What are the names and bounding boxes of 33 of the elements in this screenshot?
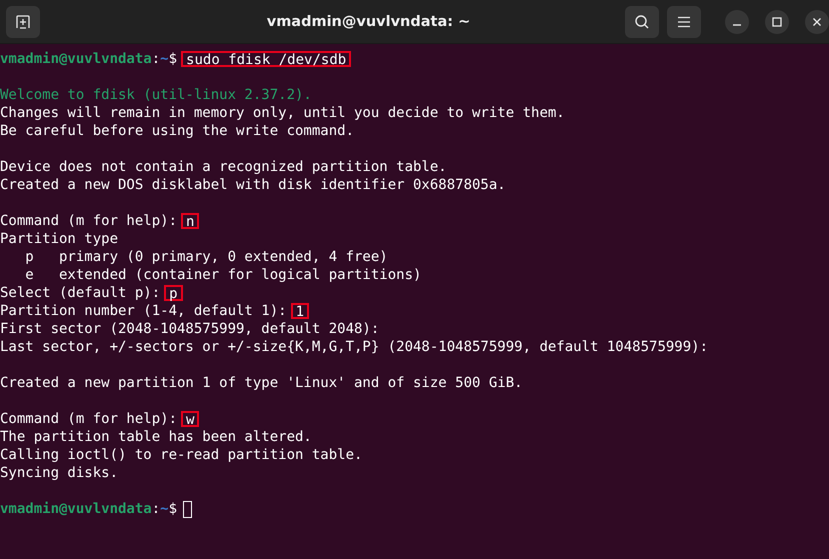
new-tab-icon — [15, 14, 31, 30]
terminal-line: Last sector, +/-sectors or +/-size{K,M,G,T,P} (2048-1048575999, default 1048575999): — [0, 338, 708, 356]
terminal-line: Calling ioctl() to re-read partition table. — [0, 446, 362, 464]
terminal-line: p primary (0 primary, 0 extended, 4 free) — [24, 248, 388, 266]
shell-prompt: vmadmin@vuvlvndata:~$ — [0, 50, 178, 68]
search-button[interactable] — [625, 6, 659, 38]
terminal-line: Created a new DOS disklabel with disk identifier 0x6887805a. — [0, 176, 506, 194]
new-tab-button[interactable] — [6, 6, 40, 38]
terminal-line: e extended (container for logical partitions) — [24, 266, 422, 284]
terminal-line: The partition table has been altered. — [0, 428, 312, 446]
terminal-line: Partition type — [0, 230, 118, 248]
minimize-button[interactable] — [725, 10, 749, 34]
maximize-button[interactable] — [765, 10, 789, 34]
menu-button[interactable] — [667, 6, 701, 38]
shell-prompt: vmadmin@vuvlvndata:~$ — [0, 500, 178, 518]
terminal-line: Welcome to fdisk (util-linux 2.37.2). — [0, 86, 312, 104]
terminal-line: Syncing disks. — [0, 464, 118, 482]
terminal-line: First sector (2048-1048575999, default 2048): — [0, 320, 380, 338]
terminal-line: Changes will remain in memory only, until you decide to write them. — [0, 104, 565, 122]
terminal-line: Created a new partition 1 of type 'Linux' and of size 500 GiB. — [0, 374, 523, 392]
terminal-line: Device does not contain a recognized partition table. — [0, 158, 447, 176]
search-icon — [634, 14, 650, 30]
terminal-line: Be careful before using the write command. — [0, 122, 354, 140]
minimize-icon — [732, 24, 742, 26]
terminal-line: Partition number (1-4, default 1): — [0, 302, 287, 320]
terminal-line: Select (default p): — [0, 284, 160, 302]
close-button[interactable] — [805, 10, 829, 34]
terminal-line: Command (m for help): — [0, 212, 178, 230]
menu-icon — [677, 16, 691, 28]
maximize-icon — [772, 16, 782, 26]
terminal-line: Command (m for help): — [0, 410, 178, 428]
close-icon — [812, 16, 822, 26]
window-title: vmadmin@vuvlvndata: ~ — [266, 14, 472, 30]
